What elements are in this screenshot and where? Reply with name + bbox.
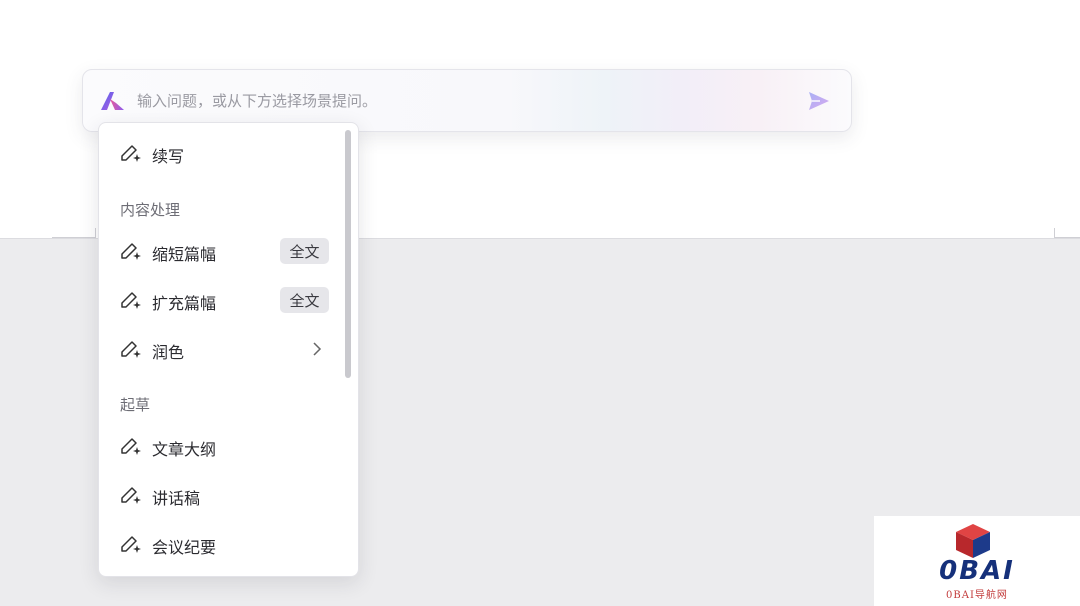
menu-item-label: 续写 [152,147,185,166]
menu-item-speech[interactable]: 讲话稿 [99,475,344,515]
menu-item-polish[interactable]: 润色 [99,329,344,369]
menu-item-label: 润色 [152,343,185,362]
send-icon [809,92,829,110]
full-text-badge[interactable]: 全文 [280,287,329,313]
watermark-title: 0BAI [939,556,1015,586]
ai-pen-icon [121,145,141,162]
watermark-logo: 0BAI 0BAI导航网 [874,516,1080,606]
menu-item-expand[interactable]: 扩充篇幅 全文 [99,280,344,320]
section-content-processing: 内容处理 [120,201,181,219]
app-logo-icon [101,92,124,110]
menu-item-label: 扩充篇幅 [152,294,217,313]
ask-input[interactable] [137,89,787,113]
menu-item-label: 文章大纲 [152,440,217,459]
chevron-right-icon [313,342,322,356]
menu-scrollbar[interactable] [345,130,351,378]
full-text-badge[interactable]: 全文 [280,238,329,264]
menu-item-meeting-minutes[interactable]: 会议纪要 [99,524,344,564]
menu-item-shorten[interactable]: 缩短篇幅 全文 [99,231,344,271]
ai-pen-icon [121,438,141,455]
page-corner-mark-left [52,228,96,238]
ai-pen-icon [121,292,141,309]
menu-item-label: 缩短篇幅 [152,245,217,264]
page-corner-mark-right [1054,228,1080,238]
ai-pen-icon [121,536,141,553]
menu-item-label: 会议纪要 [152,538,217,557]
menu-item-continue-writing[interactable]: 续写 [99,133,344,173]
ai-pen-icon [121,243,141,260]
menu-item-outline[interactable]: 文章大纲 [99,426,344,466]
watermark-subtitle: 0BAI导航网 [946,590,1008,601]
send-button[interactable] [805,88,833,114]
menu-item-label: 讲话稿 [152,489,201,508]
ai-pen-icon [121,487,141,504]
section-drafting: 起草 [120,396,151,414]
ai-pen-icon [121,341,141,358]
